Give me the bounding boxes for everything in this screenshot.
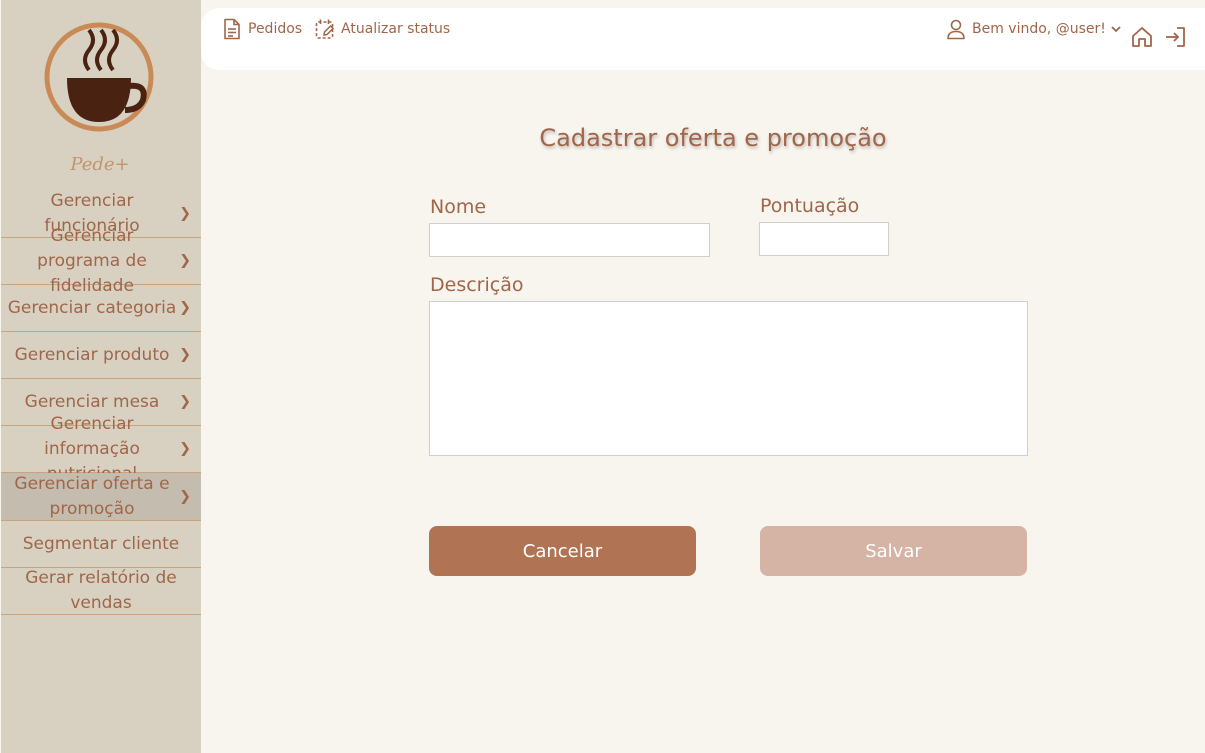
chevron-right-icon: ❯	[179, 346, 191, 363]
sidebar-item-label: Gerenciar oferta e promoção	[14, 473, 170, 519]
save-button[interactable]: Salvar	[760, 526, 1027, 576]
chevron-right-icon: ❯	[179, 393, 191, 410]
logout-icon[interactable]	[1164, 26, 1186, 48]
brand-name: Pede+	[70, 154, 130, 175]
points-input[interactable]	[759, 222, 889, 256]
sidebar-item-label: Gerar relatório de vendas	[25, 568, 177, 613]
description-textarea[interactable]	[429, 301, 1028, 456]
chevron-down-icon	[1111, 26, 1121, 33]
chevron-right-icon: ❯	[179, 252, 191, 269]
user-icon	[947, 19, 965, 40]
description-label: Descrição	[430, 274, 524, 296]
sidebar: Pede+ Gerenciar funcionário ❯ Gerenciar …	[1, 0, 201, 753]
logo: Pede+	[43, 18, 157, 175]
page-title: Cadastrar oferta e promoção	[539, 124, 887, 152]
chevron-right-icon: ❯	[179, 440, 191, 457]
points-label: Pontuação	[760, 195, 860, 217]
sidebar-item-gerenciar-oferta-promocao[interactable]: Gerenciar oferta e promoção ❯	[1, 473, 201, 521]
name-input[interactable]	[429, 223, 710, 257]
sidebar-item-segmentar-cliente[interactable]: Segmentar cliente	[1, 521, 201, 568]
update-status-label: Atualizar status	[341, 21, 451, 37]
sidebar-item-gerenciar-produto[interactable]: Gerenciar produto ❯	[1, 332, 201, 379]
home-icon[interactable]	[1131, 26, 1153, 48]
orders-label: Pedidos	[248, 21, 303, 37]
sidebar-item-gerenciar-informacao-nutricional[interactable]: Gerenciar informação nutricional ❯	[1, 414, 201, 484]
sidebar-menu: Gerenciar funcionário ❯ Gerenciar progra…	[1, 191, 201, 615]
chevron-right-icon: ❯	[179, 299, 191, 316]
sidebar-item-label: Gerenciar produto	[14, 344, 170, 365]
sidebar-item-gerenciar-categoria[interactable]: Gerenciar categoria ❯	[1, 285, 201, 332]
update-status-link[interactable]: Atualizar status	[315, 18, 450, 40]
name-label: Nome	[430, 196, 487, 218]
welcome-label: Bem vindo, @user!	[972, 21, 1106, 37]
orders-link[interactable]: Pedidos	[222, 18, 302, 40]
chevron-right-icon: ❯	[179, 488, 191, 504]
coffee-cup-icon	[44, 22, 154, 132]
chevron-right-icon: ❯	[179, 205, 191, 222]
sidebar-item-gerenciar-programa-fidelidade[interactable]: Gerenciar programa de fidelidade ❯	[1, 226, 201, 296]
document-icon	[224, 18, 240, 40]
sidebar-item-label: Gerenciar categoria	[7, 297, 177, 318]
cancel-button[interactable]: Cancelar	[429, 526, 696, 576]
sidebar-item-label: Segmentar cliente	[22, 533, 180, 554]
user-menu[interactable]: Bem vindo, @user!	[946, 18, 1122, 40]
calendar-edit-icon	[315, 19, 335, 39]
sidebar-item-gerar-relatorio-vendas[interactable]: Gerar relatório de vendas	[1, 568, 201, 615]
